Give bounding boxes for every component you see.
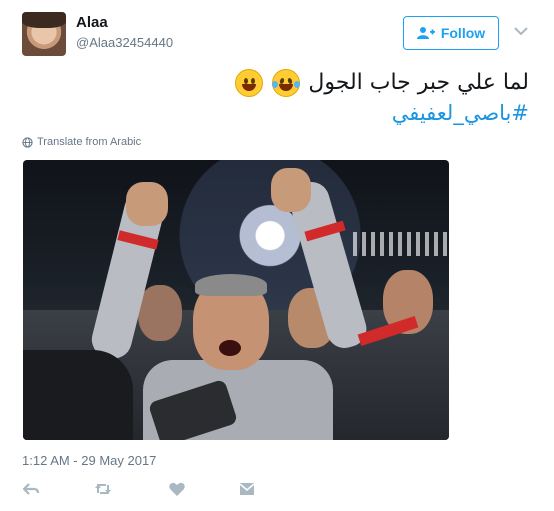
user-handle[interactable]: @Alaa32454440	[76, 35, 173, 50]
follow-person-plus-icon	[416, 27, 435, 39]
translate-link[interactable]: Translate from Arabic	[22, 136, 141, 148]
photo-fist	[271, 168, 311, 212]
grinning-face-icon	[235, 69, 264, 97]
tweet-photo[interactable]	[23, 160, 449, 440]
face-with-tears-of-joy-icon	[272, 69, 301, 97]
tweet-actions	[22, 480, 282, 498]
tweet-timestamp[interactable]: 1:12 AM - 29 May 2017	[22, 453, 156, 468]
photo-camera	[23, 350, 133, 440]
photo-person	[138, 285, 182, 341]
retweet-icon[interactable]	[94, 480, 112, 498]
chevron-down-icon[interactable]	[514, 26, 528, 36]
hashtag-link[interactable]: #باصي_لعفيفي	[234, 98, 529, 128]
globe-icon	[22, 136, 33, 148]
user-display-name[interactable]: Alaa	[76, 14, 108, 31]
follow-button[interactable]: Follow	[403, 16, 499, 50]
photo-hair	[195, 274, 267, 296]
reply-icon[interactable]	[22, 480, 40, 498]
photo-fist	[126, 182, 168, 226]
avatar[interactable]	[22, 12, 66, 56]
tweet-text: لما علي جبر جاب الجول #باصي_لعفيفي	[234, 68, 529, 128]
avatar-hair	[22, 12, 66, 28]
follow-button-label: Follow	[440, 25, 486, 41]
stadium-lights	[353, 232, 449, 256]
like-icon[interactable]	[168, 480, 186, 498]
message-icon[interactable]	[238, 480, 256, 498]
translate-label: Translate from Arabic	[37, 136, 142, 148]
tweet-body: لما علي جبر جاب الجول	[308, 70, 529, 95]
photo-mouth	[219, 340, 241, 356]
